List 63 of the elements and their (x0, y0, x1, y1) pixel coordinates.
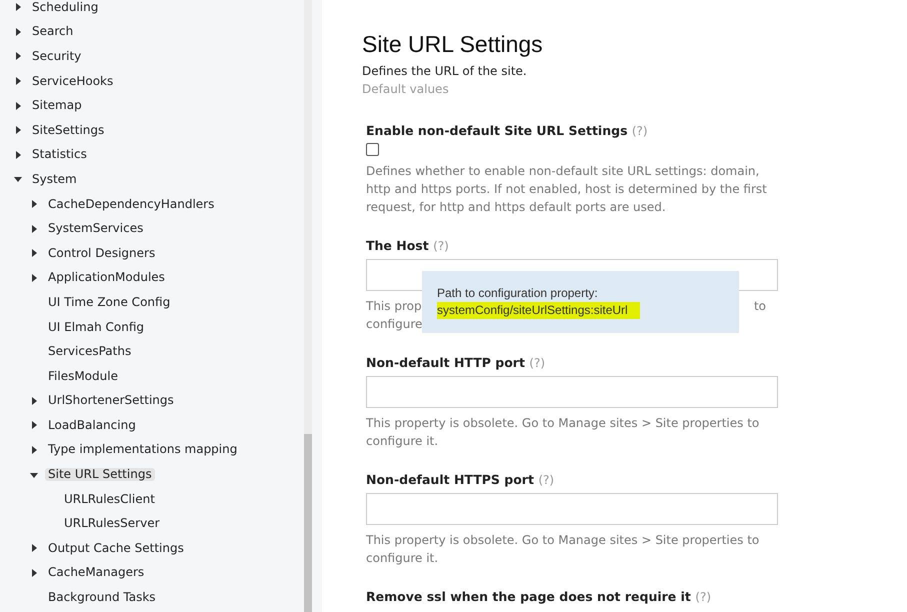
input-field[interactable] (366, 493, 778, 525)
field-label: The Host (366, 238, 429, 253)
field-description: This property is obsolete. Go to Manage sites > Site properties to configure it. (366, 532, 760, 567)
caret-right-icon[interactable] (14, 102, 22, 110)
tree-item[interactable]: FilesModule (45, 370, 121, 383)
caret-right-icon[interactable] (14, 28, 22, 36)
input-field[interactable] (366, 376, 778, 408)
caret-right-icon[interactable] (30, 568, 38, 577)
tree-item[interactable]: Type implementations mapping (45, 443, 240, 456)
field-label: Non-default HTTP port (366, 355, 525, 370)
tree-item[interactable]: Search (29, 25, 76, 38)
tree-item[interactable]: Background Tasks (45, 591, 159, 604)
caret-right-icon[interactable] (30, 544, 38, 552)
tree-item[interactable]: SiteSettings (29, 124, 108, 137)
tree-item[interactable]: UrlShortenerSettings (45, 394, 177, 408)
tree-item[interactable]: URLRulesClient (61, 492, 158, 506)
tree-item[interactable]: Site URL Settings (45, 468, 155, 482)
field-label: Non-default HTTPS port (366, 472, 534, 487)
caret-right-icon[interactable] (14, 3, 22, 12)
field-description: to (754, 298, 766, 315)
page-title: Site URL Settings (362, 31, 544, 58)
caret-right-icon[interactable] (30, 446, 38, 454)
tree-item[interactable]: UI Time Zone Config (45, 296, 174, 309)
caret-right-icon[interactable] (30, 200, 38, 208)
scrollbar-thumb[interactable] (304, 434, 312, 612)
tree-item[interactable]: SystemServices (45, 222, 146, 236)
tree-item[interactable]: Scheduling (29, 0, 102, 14)
caret-right-icon[interactable] (14, 126, 22, 134)
tree-item[interactable]: ServicesPaths (45, 345, 134, 358)
tree-item[interactable]: Security (29, 50, 84, 63)
tree-item[interactable]: UI Elmah Config (45, 320, 148, 334)
caret-right-icon[interactable] (14, 52, 22, 60)
caret-right-icon[interactable] (30, 274, 38, 282)
tree-item[interactable]: System (29, 172, 80, 186)
tree-item[interactable]: Output Cache Settings (45, 542, 187, 555)
field-description: Defines whether to enable non-default site URL settings: domain, http and https ports. If not enabled, host is determined by the first request, for http and https default ports are used. (366, 163, 768, 216)
checkbox[interactable] (366, 143, 379, 156)
caret-right-icon[interactable] (30, 421, 38, 430)
tree-item[interactable]: Statistics (29, 148, 90, 162)
field-label: Enable non-default Site URL Settings (366, 123, 628, 138)
caret-down-icon[interactable] (14, 175, 22, 184)
tree-item[interactable]: URLRulesServer (61, 517, 163, 530)
field-label: Remove ssl when the page does not require it (366, 589, 691, 604)
tree-item[interactable]: Sitemap (29, 99, 85, 112)
tree-item[interactable]: LoadBalancing (45, 418, 139, 432)
tree-item[interactable]: CacheDependencyHandlers (45, 198, 218, 211)
field-description: This property is obsolete. Go to Manage sites > Site properties to configure it. (366, 415, 760, 450)
tooltip-caption: Path to configuration property: (437, 286, 599, 300)
field-description: configure (366, 317, 422, 331)
tree-item[interactable]: ServiceHooks (29, 74, 116, 88)
tree-item[interactable]: Control Designers (45, 246, 158, 260)
caret-right-icon[interactable] (30, 224, 38, 233)
caret-right-icon[interactable] (14, 77, 22, 86)
caret-right-icon[interactable] (14, 150, 22, 159)
page-description: Defines the URL of the site. (362, 64, 528, 78)
caret-right-icon[interactable] (30, 396, 38, 405)
scrollbar[interactable] (304, 0, 312, 612)
caret-down-icon[interactable] (30, 470, 38, 479)
field-description: This prop (366, 298, 422, 315)
tree-item[interactable]: CacheManagers (45, 566, 148, 580)
tree-item[interactable]: ApplicationModules (45, 271, 168, 284)
config-path: systemConfig/siteUrlSettings:siteUrl (437, 302, 640, 319)
caret-right-icon[interactable] (30, 249, 38, 258)
